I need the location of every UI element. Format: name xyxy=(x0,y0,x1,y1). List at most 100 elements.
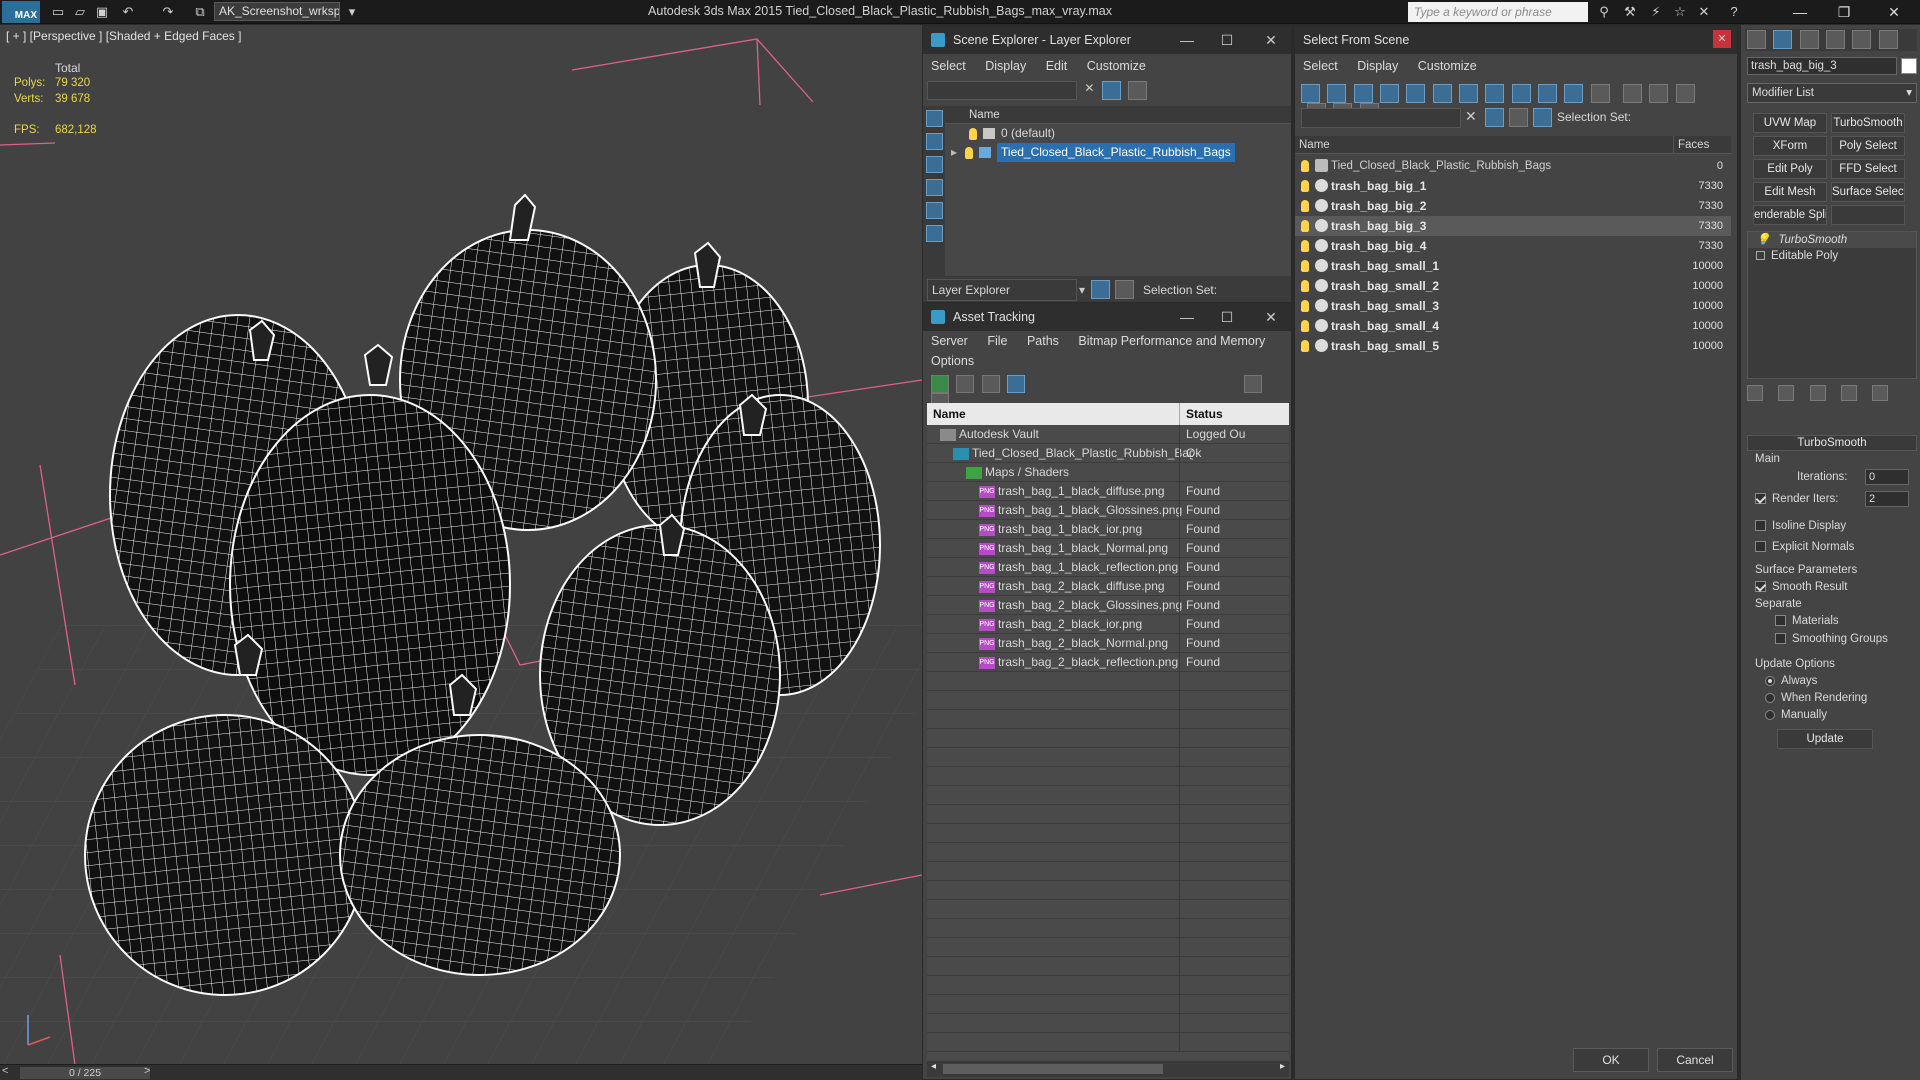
select-invert-icon[interactable] xyxy=(1675,84,1695,103)
star-icon[interactable]: ☆ xyxy=(1670,2,1690,22)
new-file-icon[interactable]: ▭ xyxy=(48,2,68,22)
object-row[interactable]: trash_bag_big_1 7330 xyxy=(1295,176,1731,196)
menu-customize[interactable]: Customize xyxy=(1087,59,1146,73)
prev-frame-button[interactable]: < xyxy=(2,1065,8,1077)
menu-display[interactable]: Display xyxy=(985,59,1026,73)
asset-row[interactable] xyxy=(927,862,1289,881)
column-header-faces[interactable]: Faces xyxy=(1673,136,1731,154)
explicit-normals-checkbox[interactable] xyxy=(1755,541,1766,553)
asset-row[interactable]: PNG trash_bag_1_black_diffuse.png Found xyxy=(927,482,1289,501)
column-header-name[interactable]: Name xyxy=(945,106,1291,124)
horizontal-scrollbar[interactable]: ◂ ▸ xyxy=(927,1061,1289,1077)
asset-row[interactable]: Maps / Shaders xyxy=(927,463,1289,482)
lightbulb-icon[interactable] xyxy=(1301,180,1309,192)
layer-options-icon[interactable] xyxy=(1128,81,1148,100)
asset-row[interactable] xyxy=(927,1033,1289,1052)
maximize-button[interactable]: ❐ xyxy=(1822,0,1866,24)
poly-select-button[interactable]: Poly Select xyxy=(1831,136,1905,156)
object-row[interactable]: trash_bag_small_1 10000 xyxy=(1295,256,1731,276)
minimize-button[interactable]: — xyxy=(1778,0,1822,24)
clear-search-icon[interactable]: ✕ xyxy=(1080,81,1098,95)
workspace-dropdown[interactable]: AK_Screenshot_wrksp xyxy=(214,2,340,21)
cancel-button[interactable]: Cancel xyxy=(1657,1048,1733,1072)
save-icon[interactable]: ▣ xyxy=(92,2,112,22)
lightbulb-icon[interactable]: 💡 xyxy=(1756,234,1770,246)
turbosmooth-rollout-header[interactable]: TurboSmooth xyxy=(1747,435,1917,451)
object-name-input[interactable]: trash_bag_big_3 xyxy=(1747,57,1897,75)
asset-row[interactable]: PNG trash_bag_1_black_reflection.png Found xyxy=(927,558,1289,577)
redo-icon[interactable]: ↷ xyxy=(158,2,178,22)
menu-file[interactable]: File xyxy=(987,334,1007,348)
grid-view-icon[interactable] xyxy=(1007,375,1026,393)
asset-tracking-titlebar[interactable]: Asset Tracking — ☐ ✕ xyxy=(923,303,1291,331)
display-spacewarps-icon[interactable] xyxy=(1432,84,1452,103)
perspective-viewport[interactable]: [ + ] [Perspective ] [Shaded + Edged Fac… xyxy=(0,25,922,1065)
motion-tab-icon[interactable] xyxy=(1826,30,1846,49)
column-header-name[interactable]: Name xyxy=(933,403,966,425)
minimize-icon[interactable]: — xyxy=(1173,26,1201,54)
display-geometry-icon[interactable] xyxy=(1301,84,1320,103)
close-icon[interactable]: ✕ xyxy=(1257,26,1285,54)
find-filter-icon[interactable] xyxy=(1485,108,1504,127)
display-lights-icon[interactable] xyxy=(926,156,943,173)
lightbulb-icon[interactable] xyxy=(1301,320,1309,332)
column-header-name[interactable]: Name xyxy=(1299,136,1330,154)
object-row[interactable]: trash_bag_small_3 10000 xyxy=(1295,296,1731,316)
layers-icon[interactable] xyxy=(1509,108,1528,127)
asset-row[interactable] xyxy=(927,1014,1289,1033)
object-row[interactable]: trash_bag_big_2 7330 xyxy=(1295,196,1731,216)
scroll-left-icon[interactable]: ◂ xyxy=(931,1061,936,1072)
help-icon[interactable]: ? xyxy=(1724,2,1744,22)
layer-row[interactable]: ▸ Tied_Closed_Black_Plastic_Rubbish_Bags xyxy=(945,143,1291,162)
asset-row[interactable] xyxy=(927,805,1289,824)
asset-row[interactable]: Autodesk Vault Logged Ou xyxy=(927,425,1289,444)
hierarchy-view-icon[interactable] xyxy=(1115,280,1134,299)
hierarchy-icon[interactable] xyxy=(1533,108,1552,127)
asset-row[interactable] xyxy=(927,957,1289,976)
asset-row[interactable]: PNG trash_bag_1_black_Glossines.png Found xyxy=(927,501,1289,520)
subscription-icon[interactable]: ⚡ xyxy=(1646,2,1666,22)
list-view-icon[interactable] xyxy=(956,375,975,393)
layer-row[interactable]: 0 (default) xyxy=(945,124,1291,143)
scene-explorer-titlebar[interactable]: Scene Explorer - Layer Explorer — ☐ ✕ xyxy=(923,26,1291,54)
display-lights-icon[interactable] xyxy=(1353,84,1373,103)
asset-row[interactable]: PNG trash_bag_2_black_Normal.png Found xyxy=(927,634,1289,653)
ffd-select-button[interactable]: FFD Select xyxy=(1831,159,1905,179)
pin-stack-icon[interactable] xyxy=(1747,385,1763,401)
asset-row[interactable] xyxy=(927,995,1289,1014)
display-cameras-icon[interactable] xyxy=(926,179,943,196)
object-row[interactable]: trash_bag_big_4 7330 xyxy=(1295,236,1731,256)
display-shapes-icon[interactable] xyxy=(1327,84,1347,103)
viewport-label[interactable]: [ + ] [Perspective ] [Shaded + Edged Fac… xyxy=(6,29,241,43)
chevron-down-icon[interactable]: ▾ xyxy=(342,2,362,22)
menu-customize[interactable]: Customize xyxy=(1418,59,1477,73)
asset-row[interactable] xyxy=(927,919,1289,938)
lightbulb-icon[interactable] xyxy=(1301,300,1309,312)
object-row[interactable]: trash_bag_big_3 7330 xyxy=(1295,216,1731,236)
time-slider[interactable]: 0 / 225 xyxy=(20,1067,150,1079)
lightbulb-icon[interactable] xyxy=(969,127,977,140)
create-tab-icon[interactable] xyxy=(1747,30,1766,49)
show-end-result-icon[interactable] xyxy=(1778,385,1795,401)
lightbulb-icon[interactable] xyxy=(1301,260,1309,272)
column-header-status[interactable]: Status xyxy=(1179,403,1289,425)
asset-row[interactable] xyxy=(927,824,1289,843)
render-iters-spinner[interactable]: 2 xyxy=(1865,491,1909,507)
layer-view-icon[interactable] xyxy=(1091,280,1110,299)
asset-row[interactable] xyxy=(927,938,1289,957)
edit-poly-button[interactable]: Edit Poly xyxy=(1753,159,1827,179)
modifier-list-dropdown[interactable]: Modifier List ▾ xyxy=(1747,83,1917,103)
menu-bitmap-performance[interactable]: Bitmap Performance and Memory xyxy=(1078,334,1265,348)
lightbulb-icon[interactable] xyxy=(1301,240,1309,252)
expand-arrow-icon[interactable]: ▸ xyxy=(951,145,957,159)
update-button[interactable]: Update xyxy=(1777,729,1873,749)
next-frame-button[interactable]: > xyxy=(144,1065,150,1077)
utilities-tab-icon[interactable] xyxy=(1878,30,1898,49)
close-button[interactable]: ✕ xyxy=(1872,0,1916,24)
render-iters-checkbox[interactable] xyxy=(1755,493,1766,505)
display-cameras-icon[interactable] xyxy=(1380,84,1400,103)
tools-icon[interactable]: ⚒ xyxy=(1620,2,1640,22)
display-groups-icon[interactable] xyxy=(1459,84,1479,103)
keyword-search-input[interactable]: Type a keyword or phrase xyxy=(1408,2,1588,22)
object-row[interactable]: Tied_Closed_Black_Plastic_Rubbish_Bags 0 xyxy=(1295,156,1731,176)
